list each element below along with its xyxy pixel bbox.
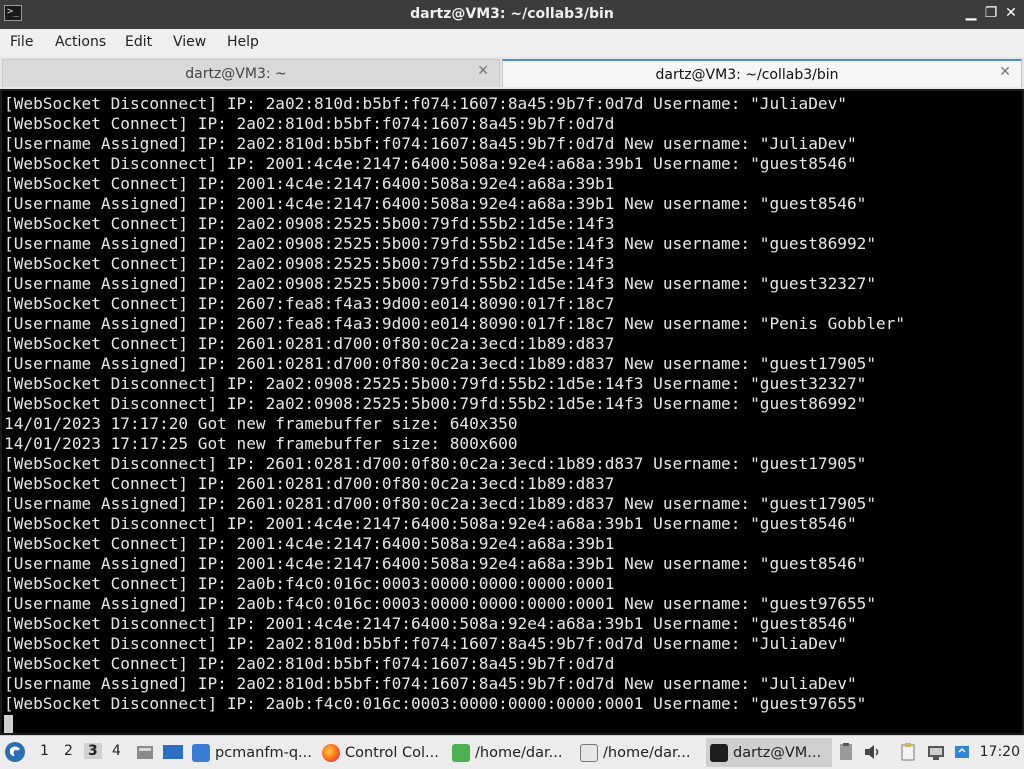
start-menu-icon[interactable]	[4, 741, 26, 763]
menubar: File Actions Edit View Help	[0, 29, 1024, 58]
pen-editor-icon	[580, 743, 598, 762]
file-manager-launcher-icon[interactable]	[162, 743, 184, 761]
tab-bar: dartz@VM3: ~ ✕ dartz@VM3: ~/collab3/bin …	[0, 57, 1024, 89]
network-icon[interactable]	[926, 742, 946, 762]
terminal-line: [WebSocket Disconnect] IP: 2601:0281:d70…	[4, 454, 867, 473]
taskbar: 1 2 3 4 pcmanfm-q... Control Col... /hom…	[0, 735, 1024, 769]
task-terminal[interactable]: dartz@VM...	[706, 738, 832, 767]
minimize-button[interactable]: ▁	[964, 4, 978, 22]
terminal-line: [Username Assigned] IP: 2607:fea8:f4a3:9…	[4, 314, 906, 333]
terminal-line: [Username Assigned] IP: 2001:4c4e:2147:6…	[4, 554, 867, 573]
terminal-line: 14/01/2023 17:17:20 Got new framebuffer …	[4, 414, 518, 433]
terminal-line: [WebSocket Connect] IP: 2a02:0908:2525:5…	[4, 254, 615, 273]
terminal-line: [Username Assigned] IP: 2a02:0908:2525:5…	[4, 234, 877, 253]
terminal-line: [WebSocket Disconnect] IP: 2001:4c4e:214…	[4, 614, 857, 633]
clipboard-tray-icon[interactable]	[836, 742, 856, 762]
terminal-line: [Username Assigned] IP: 2a02:810d:b5bf:f…	[4, 674, 857, 693]
terminal-line: [Username Assigned] IP: 2601:0281:d700:0…	[4, 354, 877, 373]
menu-view[interactable]: View	[173, 34, 206, 50]
terminal-line: [WebSocket Disconnect] IP: 2a02:0908:252…	[4, 374, 867, 393]
task-text-editor[interactable]: /home/dar...	[452, 738, 576, 767]
terminal-line: [WebSocket Disconnect] IP: 2a02:0908:252…	[4, 394, 867, 413]
window-title: dartz@VM3: ~/collab3/bin	[410, 6, 614, 22]
workspace-4[interactable]: 4	[112, 743, 121, 759]
tab-close-icon[interactable]: ✕	[999, 64, 1011, 80]
menu-actions[interactable]: Actions	[55, 34, 106, 50]
terminal-view[interactable]: [WebSocket Disconnect] IP: 2a02:810d:b5b…	[0, 89, 1024, 735]
tab-label: dartz@VM3: ~/collab3/bin	[655, 67, 839, 83]
close-button[interactable]: ✕	[1004, 4, 1018, 22]
terminal-line: [WebSocket Connect] IP: 2601:0281:d700:0…	[4, 334, 615, 353]
terminal-line: [WebSocket Disconnect] IP: 2001:4c4e:214…	[4, 154, 857, 173]
task-label: dartz@VM...	[733, 744, 822, 761]
terminal-line: [WebSocket Disconnect] IP: 2001:4c4e:214…	[4, 514, 857, 533]
volume-icon[interactable]	[862, 742, 882, 762]
show-desktop-icon[interactable]	[135, 743, 155, 761]
window-titlebar: >_ dartz@VM3: ~/collab3/bin ▁ ❐ ✕	[0, 0, 1024, 29]
task-label: Control Col...	[345, 744, 439, 761]
restore-button[interactable]: ❐	[984, 4, 998, 22]
clock: 17:20	[979, 744, 1020, 760]
workspace-3[interactable]: 3	[84, 743, 102, 759]
menu-help[interactable]: Help	[227, 34, 259, 50]
text-editor-icon	[452, 743, 470, 762]
task-pcmanfm[interactable]: pcmanfm-q...	[192, 738, 316, 767]
terminal-output: [WebSocket Disconnect] IP: 2a02:810d:b5b…	[4, 94, 1022, 733]
task-label: pcmanfm-q...	[215, 744, 312, 761]
task-firefox[interactable]: Control Col...	[322, 738, 446, 767]
workspace-2[interactable]: 2	[64, 743, 73, 759]
terminal-cursor	[4, 715, 13, 733]
tab-close-icon[interactable]: ✕	[477, 63, 489, 79]
terminal-line: [WebSocket Disconnect] IP: 2a0b:f4c0:016…	[4, 694, 867, 713]
terminal-line: [WebSocket Connect] IP: 2a02:0908:2525:5…	[4, 214, 615, 233]
terminal-line: [Username Assigned] IP: 2001:4c4e:2147:6…	[4, 194, 867, 213]
task-pen-editor[interactable]: /home/dar...	[580, 738, 704, 767]
terminal-line: [WebSocket Connect] IP: 2a02:810d:b5bf:f…	[4, 654, 615, 673]
terminal-line: [WebSocket Disconnect] IP: 2a02:810d:b5b…	[4, 94, 847, 113]
clipboard-manager-icon[interactable]	[898, 742, 918, 762]
folder-icon	[192, 743, 210, 762]
terminal-line: 14/01/2023 17:17:25 Got new framebuffer …	[4, 434, 518, 453]
task-label: /home/dar...	[603, 744, 691, 761]
terminal-line: [WebSocket Connect] IP: 2a0b:f4c0:016c:0…	[4, 574, 615, 593]
terminal-line: [WebSocket Connect] IP: 2001:4c4e:2147:6…	[4, 174, 615, 193]
terminal-line: [Username Assigned] IP: 2a0b:f4c0:016c:0…	[4, 594, 877, 613]
terminal-line: [Username Assigned] IP: 2a02:810d:b5bf:f…	[4, 134, 857, 153]
terminal-line: [WebSocket Connect] IP: 2001:4c4e:2147:6…	[4, 534, 615, 553]
terminal-line: [WebSocket Disconnect] IP: 2a02:810d:b5b…	[4, 634, 847, 653]
firefox-icon	[322, 743, 340, 762]
terminal-line: [WebSocket Connect] IP: 2a02:810d:b5bf:f…	[4, 114, 615, 133]
menu-edit[interactable]: Edit	[125, 34, 152, 50]
menu-file[interactable]: File	[10, 34, 33, 50]
terminal-line: [WebSocket Connect] IP: 2607:fea8:f4a3:9…	[4, 294, 615, 313]
workspace-1[interactable]: 1	[40, 743, 49, 759]
tab-label: dartz@VM3: ~	[185, 66, 287, 82]
terminal-icon	[710, 743, 728, 762]
terminal-line: [Username Assigned] IP: 2a02:0908:2525:5…	[4, 274, 877, 293]
terminal-line: [Username Assigned] IP: 2601:0281:d700:0…	[4, 494, 877, 513]
task-label: /home/dar...	[475, 744, 563, 761]
tab-home[interactable]: dartz@VM3: ~ ✕	[2, 59, 500, 87]
terminal-line: [WebSocket Connect] IP: 2601:0281:d700:0…	[4, 474, 615, 493]
update-notifier-icon[interactable]	[952, 742, 972, 762]
tab-collab3-bin[interactable]: dartz@VM3: ~/collab3/bin ✕	[502, 59, 1022, 87]
